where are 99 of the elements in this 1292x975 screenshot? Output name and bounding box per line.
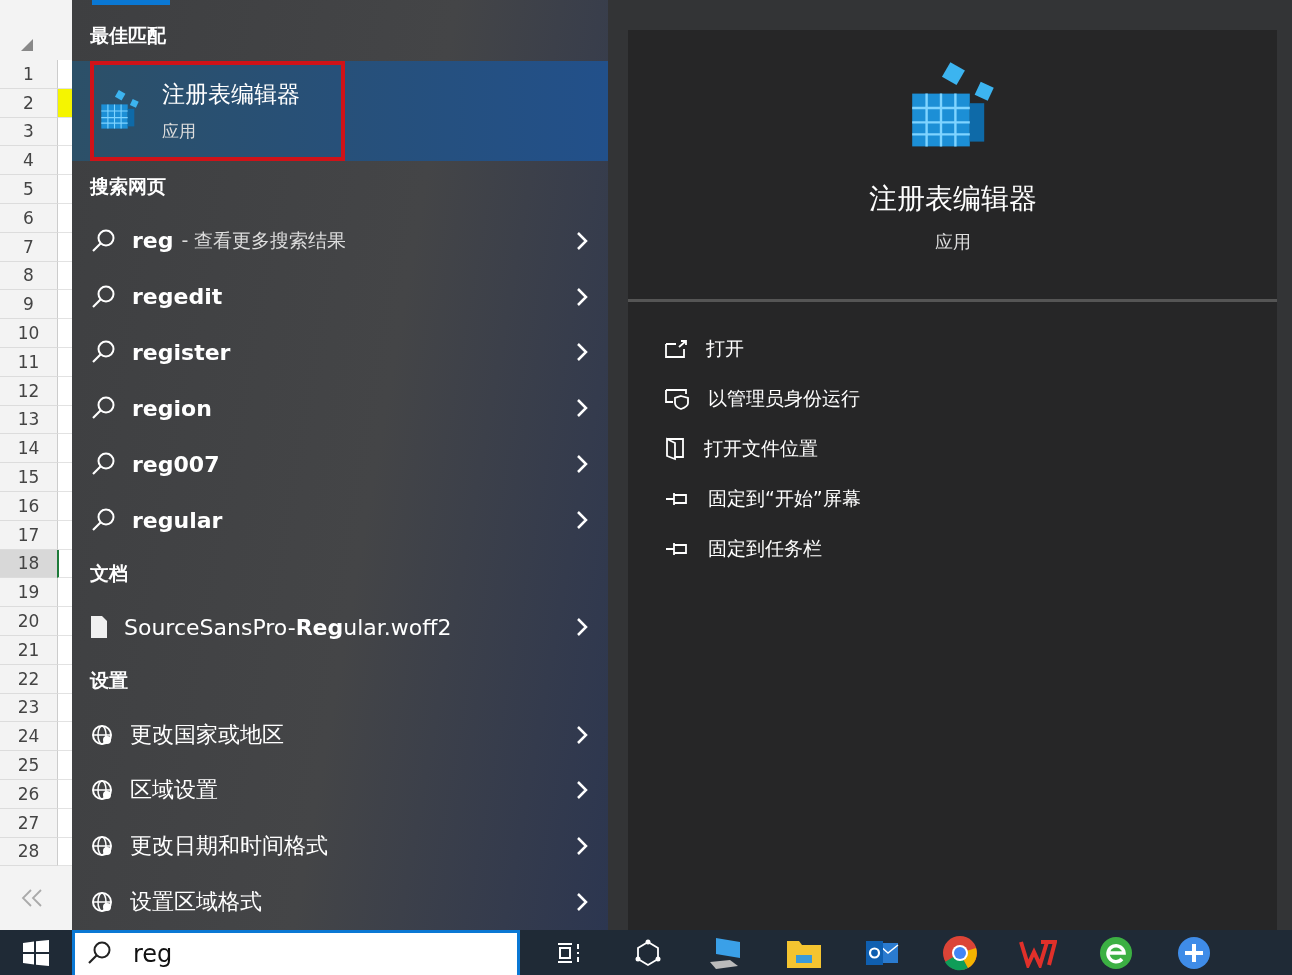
result-item[interactable]: SourceSansPro-Regular.woff2 (72, 599, 608, 656)
sheet-cell[interactable] (57, 751, 72, 780)
action-link[interactable]: 打开 (706, 336, 744, 362)
chevron-right-icon (576, 780, 588, 801)
sheet-cell[interactable] (57, 405, 72, 435)
sheet-cell[interactable] (57, 837, 72, 867)
hexagon-nodes-icon (634, 938, 662, 967)
sheet-cell[interactable] (57, 434, 72, 464)
sheet-cell[interactable] (57, 347, 72, 377)
chevron-right-icon (576, 342, 588, 363)
sheet-cell[interactable] (57, 578, 72, 608)
result-item[interactable]: reg - 查看更多搜索结果 (72, 212, 608, 269)
result-item[interactable]: 区域设置 (72, 762, 608, 819)
sheet-cell[interactable] (57, 117, 72, 147)
result-label: 区域设置 (130, 776, 218, 805)
chevron-right-icon (576, 724, 588, 745)
chevron-right-icon (576, 398, 588, 419)
sheet-cell[interactable] (57, 635, 72, 665)
result-label: regedit (132, 284, 223, 310)
sheet-cell[interactable] (57, 722, 72, 752)
search-icon (86, 940, 112, 966)
result-item[interactable]: reg007 (72, 436, 608, 493)
e-browser-icon (1098, 934, 1134, 971)
globe-gear-icon (90, 890, 114, 915)
sheet-cell[interactable] (57, 290, 72, 320)
result-label: 更改国家或地区 (130, 720, 284, 749)
sheet-cell[interactable] (57, 520, 72, 550)
browser-icon (942, 934, 978, 971)
search-icon (90, 227, 116, 254)
sheet-cell[interactable] (57, 693, 72, 723)
sheet-cell[interactable] (57, 779, 72, 809)
chevron-right-icon (576, 454, 588, 475)
result-title: 注册表编辑器 (162, 80, 300, 110)
pin-icon (664, 540, 690, 558)
app-title: 注册表编辑器 (868, 181, 1037, 217)
w-logo-icon (1019, 937, 1057, 968)
sheet-cell[interactable] (57, 549, 72, 579)
globe-gear-icon (90, 834, 114, 859)
section-heading: 设置 (88, 667, 129, 693)
result-label: region (132, 395, 212, 421)
result-item[interactable]: 设置区域格式 (72, 874, 608, 931)
sheet-cell[interactable] (57, 88, 72, 118)
sheet-cell[interactable] (57, 232, 72, 262)
best-match-result[interactable]: 注册表编辑器 应用 (72, 61, 608, 162)
chevron-right-icon (576, 510, 588, 531)
sheet-cell[interactable] (57, 463, 72, 492)
sheet-cell[interactable] (57, 204, 72, 233)
result-item[interactable]: region (72, 380, 608, 437)
action-link[interactable]: 固定到任务栏 (708, 536, 822, 562)
sheet-cell[interactable] (57, 664, 72, 694)
shield-window-icon (664, 388, 690, 410)
result-label: regular (132, 507, 223, 533)
open-window-icon (664, 339, 688, 359)
chevron-right-icon (576, 230, 588, 251)
double-chevron-left-icon[interactable] (20, 888, 44, 909)
search-icon (90, 283, 116, 310)
result-item[interactable]: regular (72, 492, 608, 548)
result-label: reg007 (132, 451, 220, 477)
sheet-cell[interactable] (57, 60, 72, 89)
folder-page-icon (664, 437, 686, 461)
result-hint: - 查看更多搜索结果 (181, 227, 347, 253)
sheet-cell[interactable] (57, 319, 72, 348)
sheet-cell[interactable] (57, 607, 72, 636)
section-heading: 搜索网页 (88, 174, 167, 200)
windows-logo-icon (23, 939, 49, 966)
result-label: 设置区域格式 (130, 888, 262, 917)
result-label: reg (132, 228, 174, 254)
result-item[interactable]: register (72, 324, 608, 381)
result-item[interactable]: 更改国家或地区 (72, 706, 608, 763)
sheet-cell[interactable] (57, 491, 72, 521)
pin-icon (664, 490, 690, 508)
globe-gear-icon (90, 722, 114, 747)
sheet-cell[interactable] (57, 175, 72, 204)
sheet-cell[interactable] (57, 261, 72, 291)
select-all-triangle-icon[interactable] (20, 38, 34, 52)
document-icon (90, 615, 108, 640)
section-heading: 最佳匹配 (89, 22, 167, 48)
result-item[interactable]: 更改日期和时间格式 (72, 818, 608, 875)
section-heading: 文档 (89, 560, 129, 586)
action-link[interactable]: 以管理员身份运行 (708, 386, 860, 412)
chevron-right-icon (576, 892, 588, 913)
app-icon (1176, 934, 1212, 971)
chevron-right-icon (576, 617, 588, 638)
action-link[interactable]: 打开文件位置 (704, 436, 818, 462)
chevron-right-icon (576, 286, 588, 307)
globe-gear-icon (90, 778, 114, 803)
action-link[interactable]: 固定到“开始”屏幕 (708, 486, 861, 512)
result-item[interactable]: regedit (72, 268, 608, 325)
result-type: 应用 (162, 120, 197, 144)
chevron-right-icon (576, 836, 588, 857)
sheet-cell[interactable] (57, 376, 72, 406)
result-label: 更改日期和时间格式 (130, 832, 328, 861)
search-field[interactable]: reg (72, 930, 520, 975)
app-type: 应用 (934, 230, 971, 254)
row-header[interactable]: 18 (0, 549, 57, 579)
result-label: register (132, 339, 231, 365)
result-label: SourceSansPro-Regular.woff2 (124, 614, 452, 640)
sheet-cell[interactable] (57, 146, 72, 176)
sheet-cell[interactable] (57, 808, 72, 838)
